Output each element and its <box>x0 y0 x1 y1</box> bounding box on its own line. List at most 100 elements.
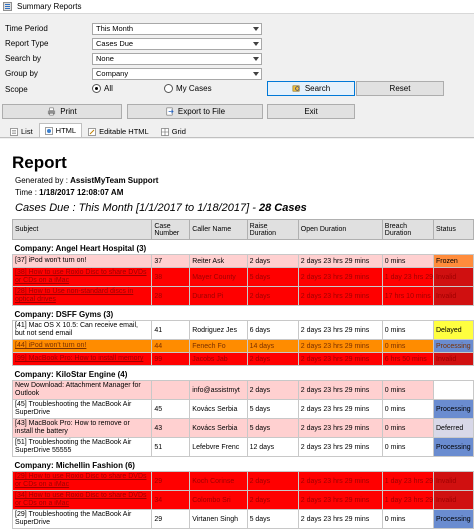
caller-name: Durand Pi <box>189 286 248 306</box>
group-name: Company: DSFF Gyms (3) <box>14 310 114 319</box>
caller-name: Virtanen Singh <box>189 509 248 529</box>
case-number: 29 <box>151 509 191 529</box>
time-period-label: Time Period <box>5 24 48 33</box>
case-subject[interactable]: [51] Troubleshooting the MacBook Air Sup… <box>11 437 153 457</box>
open-duration: 2 days 23 hrs 29 mins <box>297 254 383 268</box>
case-subject[interactable]: [43] MacBook Pro: How to remove or insta… <box>11 418 153 438</box>
case-number: 44 <box>151 339 191 353</box>
chevron-down-icon <box>253 42 259 46</box>
print-button[interactable]: Print <box>2 104 122 119</box>
time-period-select[interactable]: This Month <box>92 23 262 35</box>
table-body: Company: Angel Heart Hospital (3) [37] iP… <box>11 240 474 529</box>
caller-name: Colombo Sri <box>189 490 248 510</box>
tab-list[interactable]: List <box>4 125 39 137</box>
column-header[interactable]: Raise Duration <box>246 219 299 240</box>
case-subject[interactable]: [37] iPod won't turn on! <box>11 254 153 268</box>
status-badge: Invalid <box>433 490 474 510</box>
table-row[interactable]: [99] MacBook Pro: How to install memory 9… <box>11 352 474 366</box>
case-subject[interactable]: [29] How to use Roxio Disc to share DVDs… <box>11 471 153 491</box>
caller-name: Reiter Ask <box>189 254 248 268</box>
chevron-down-icon <box>253 57 259 61</box>
column-header[interactable]: Open Duration <box>297 219 383 240</box>
tab-grid[interactable]: Grid <box>155 125 192 137</box>
raise-duration: 2 days <box>246 471 299 491</box>
exit-button[interactable]: Exit <box>267 104 355 119</box>
scope-my-cases-radio[interactable]: My Cases <box>164 84 212 93</box>
tab-html[interactable]: HTML <box>38 123 83 137</box>
breach-duration: 0 mins <box>381 418 435 438</box>
group-by-select[interactable]: Company <box>92 68 262 80</box>
scope-all-radio[interactable]: All <box>92 84 113 93</box>
chevron-down-icon <box>253 27 259 31</box>
case-subject[interactable]: [41] Mac OS X 10.5: Can receive email, b… <box>11 320 153 340</box>
export-button[interactable]: Export to File <box>127 104 263 119</box>
column-header[interactable]: Status <box>433 219 474 240</box>
case-number: 37 <box>151 254 191 268</box>
case-number: 41 <box>151 320 191 340</box>
table-row[interactable]: [29] Troubleshooting the MacBook Air Sup… <box>11 509 474 529</box>
radio-empty-icon <box>164 84 173 93</box>
group-name: Company: Angel Heart Hospital (3) <box>14 244 147 253</box>
table-row[interactable]: [41] Mac OS X 10.5: Can receive email, b… <box>11 320 474 340</box>
case-subject[interactable]: [29] Troubleshooting the MacBook Air Sup… <box>11 509 153 529</box>
case-subject[interactable]: [28] How to Use non-standard discs in op… <box>11 286 153 306</box>
raise-duration: 5 days <box>246 418 299 438</box>
report-title: Report <box>12 153 67 172</box>
table-row[interactable]: [28] How to Use non-standard discs in op… <box>11 286 474 306</box>
raise-duration: 5 days <box>246 399 299 419</box>
column-header[interactable]: Caller Name <box>189 219 248 240</box>
table-row[interactable]: [37] iPod won't turn on! 37 Reiter Ask 2 da… <box>11 254 474 268</box>
search-by-select[interactable]: None <box>92 53 262 65</box>
case-number: 34 <box>151 490 191 510</box>
case-subject[interactable]: [45] Troubleshooting the MacBook Air Sup… <box>11 399 153 419</box>
tab-editable-html[interactable]: Editable HTML <box>82 125 155 137</box>
breach-duration: 6 hrs 50 mins <box>381 352 435 366</box>
open-duration: 2 days 23 hrs 29 mins <box>297 380 383 400</box>
search-icon <box>292 85 300 92</box>
caller-name: Rodriguez Jes <box>189 320 248 340</box>
caller-name: Fenech Fo <box>189 339 248 353</box>
column-header[interactable]: Subject <box>11 219 153 240</box>
case-number: 99 <box>151 352 191 366</box>
caller-name: info@assistmyt <box>189 380 248 400</box>
table-row[interactable]: [29] How to use Roxio Disc to share DVDs… <box>11 471 474 491</box>
caller-name: Kovács Serbia <box>189 399 248 419</box>
table-row[interactable]: [45] Troubleshooting the MacBook Air Sup… <box>11 399 474 419</box>
caller-name: Kovács Serbia <box>189 418 248 438</box>
case-subject[interactable]: [38] How to use Roxio Disc to share DVDs… <box>11 267 153 287</box>
open-duration: 2 days 23 hrs 29 mins <box>297 471 383 491</box>
group-header-row: Company: KiloStar Engine (4) <box>13 366 474 381</box>
case-subject[interactable]: [99] MacBook Pro: How to install memory <box>11 352 153 366</box>
search-by-label: Search by <box>5 54 42 63</box>
printer-icon <box>48 107 56 116</box>
breach-duration: 0 mins <box>381 437 435 457</box>
table-row[interactable]: [43] MacBook Pro: How to remove or insta… <box>11 418 474 438</box>
column-header[interactable]: Case Number <box>151 219 191 240</box>
report-type-select[interactable]: Cases Due <box>92 38 262 50</box>
status-badge: Invalid <box>433 471 474 491</box>
table-row[interactable]: [38] How to use Roxio Disc to share DVDs… <box>11 267 474 287</box>
status-badge: Processing <box>433 437 474 457</box>
radio-selected-icon <box>92 84 101 93</box>
caller-name: Mayer County <box>189 267 248 287</box>
column-header[interactable]: Breach Duration <box>381 219 435 240</box>
open-duration: 2 days 23 hrs 29 mins <box>297 490 383 510</box>
open-duration: 2 days 23 hrs 29 mins <box>297 267 383 287</box>
table-row[interactable]: [51] Troubleshooting the MacBook Air Sup… <box>11 437 474 457</box>
breach-duration: 0 mins <box>381 509 435 529</box>
case-subject[interactable]: New Download: Attachment Manager for Out… <box>11 380 153 400</box>
reset-button[interactable]: Reset <box>356 81 444 96</box>
table-row[interactable]: New Download: Attachment Manager for Out… <box>11 380 474 400</box>
export-file-icon <box>166 107 174 116</box>
edit-icon <box>88 127 96 136</box>
caller-name: Lefebvre Frenc <box>189 437 248 457</box>
open-duration: 2 days 23 hrs 29 mins <box>297 320 383 340</box>
case-subject[interactable]: [34] How to use Roxio Disc to share DVDs… <box>11 490 153 510</box>
search-button[interactable]: Search <box>267 81 355 96</box>
breach-duration: 1 day 23 hrs 29 mins <box>381 490 435 510</box>
case-subject[interactable]: [44] iPod won't turn on! <box>11 339 153 353</box>
chevron-down-icon <box>253 72 259 76</box>
group-header-row: Company: Angel Heart Hospital (3) <box>13 240 474 255</box>
table-row[interactable]: [34] How to use Roxio Disc to share DVDs… <box>11 490 474 510</box>
table-row[interactable]: [44] iPod won't turn on! 44 Fenech Fo 14 da… <box>11 339 474 353</box>
